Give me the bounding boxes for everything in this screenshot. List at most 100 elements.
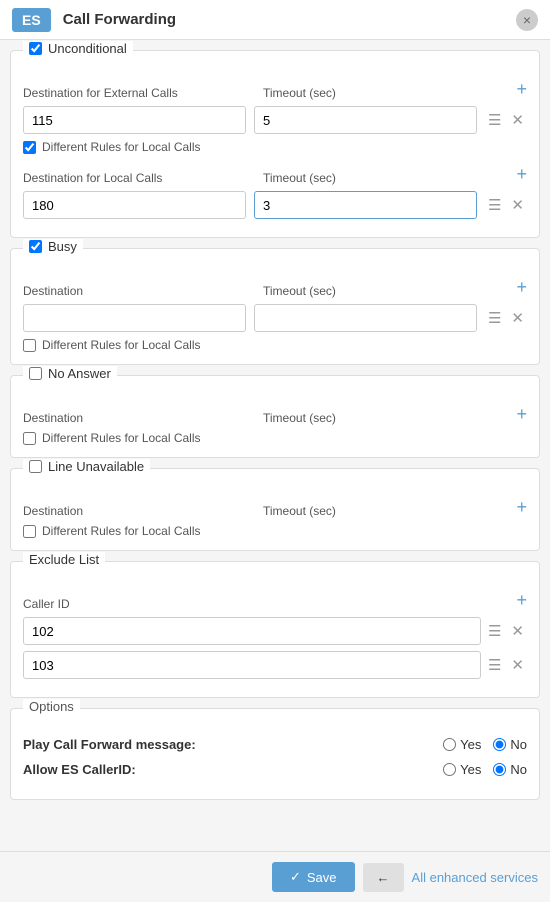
timeout-local-label: Timeout (sec)	[263, 171, 336, 185]
busy-label: Busy	[48, 239, 77, 254]
back-button[interactable]: ←	[363, 863, 404, 892]
allow-es-row: Allow ES CallerID: Yes No	[23, 762, 527, 777]
unconditional-checkbox[interactable]	[29, 42, 42, 55]
close-button[interactable]: ×	[516, 9, 538, 31]
unconditional-ext-input-row: ☰ ✕	[23, 106, 527, 134]
line-unavailable-legend: Line Unavailable	[23, 459, 150, 474]
add-external-button[interactable]: +	[516, 79, 527, 100]
exclude-list-body: Caller ID + ☰ ✕ ☰ ✕	[11, 574, 539, 697]
busy-local-rules-checkbox[interactable]	[23, 339, 36, 352]
delete-ext-button[interactable]: ✕	[508, 109, 527, 131]
unconditional-section: Unconditional Destination for External C…	[10, 50, 540, 238]
line-unavailable-local-rules-text: Different Rules for Local Calls	[42, 524, 201, 538]
play-cf-no-radio[interactable]	[493, 738, 506, 751]
add-no-answer-button[interactable]: +	[516, 404, 527, 425]
unconditional-local-actions: ☰ ✕	[485, 194, 527, 216]
exclude-entry-1: ☰ ✕	[23, 617, 527, 645]
allow-es-no-radio[interactable]	[493, 763, 506, 776]
main-content: Unconditional Destination for External C…	[0, 40, 550, 851]
line-unavailable-timeout-label: Timeout (sec)	[263, 504, 336, 518]
line-unavailable-label: Line Unavailable	[48, 459, 144, 474]
es-badge: ES	[12, 8, 51, 32]
reorder-busy-button[interactable]: ☰	[485, 307, 504, 329]
line-unavailable-local-rules-checkbox[interactable]	[23, 525, 36, 538]
allow-es-no-label[interactable]: No	[493, 762, 527, 777]
save-checkmark-icon: ✓	[290, 869, 301, 885]
all-services-button[interactable]: All enhanced services	[412, 870, 538, 885]
dest-local-input[interactable]	[23, 191, 246, 219]
delete-caller-id-2-button[interactable]: ✕	[508, 654, 527, 676]
line-unavailable-header: Destination Timeout (sec) +	[23, 497, 527, 518]
play-cf-no-label[interactable]: No	[493, 737, 527, 752]
delete-caller-id-1-button[interactable]: ✕	[508, 620, 527, 642]
line-unavailable-local-rules-label[interactable]: Different Rules for Local Calls	[23, 524, 527, 538]
save-button[interactable]: ✓ Save	[272, 862, 355, 892]
unconditional-ext-actions: ☰ ✕	[485, 109, 527, 131]
no-answer-dest-label: Destination	[23, 411, 83, 425]
timeout-external-input[interactable]	[254, 106, 477, 134]
busy-timeout-input[interactable]	[254, 304, 477, 332]
no-answer-local-rules-text: Different Rules for Local Calls	[42, 431, 201, 445]
caller-id-input-1[interactable]	[23, 617, 481, 645]
busy-dest-label: Destination	[23, 284, 83, 298]
reorder-local-button[interactable]: ☰	[485, 194, 504, 216]
busy-dest-input[interactable]	[23, 304, 246, 332]
no-answer-local-rules-checkbox[interactable]	[23, 432, 36, 445]
busy-checkbox[interactable]	[29, 240, 42, 253]
play-cf-no-text: No	[510, 737, 527, 752]
local-rules-label: Different Rules for Local Calls	[42, 140, 201, 154]
allow-es-radio-group: Yes No	[443, 762, 527, 777]
no-answer-checkbox[interactable]	[29, 367, 42, 380]
exclude-entry-2: ☰ ✕	[23, 651, 527, 679]
busy-body: Destination Timeout (sec) + ☰ ✕	[11, 261, 539, 364]
reorder-ext-button[interactable]: ☰	[485, 109, 504, 131]
play-cf-yes-radio[interactable]	[443, 738, 456, 751]
busy-local-rules-label[interactable]: Different Rules for Local Calls	[23, 338, 527, 352]
allow-es-yes-radio[interactable]	[443, 763, 456, 776]
options-body: Play Call Forward message: Yes No Allow	[11, 719, 539, 799]
timeout-external-label: Timeout (sec)	[263, 86, 336, 100]
footer: ✓ Save ← All enhanced services	[0, 851, 550, 902]
options-section: Options Play Call Forward message: Yes N…	[10, 708, 540, 800]
delete-busy-button[interactable]: ✕	[508, 307, 527, 329]
reorder-caller-id-1-button[interactable]: ☰	[485, 620, 504, 642]
add-local-button[interactable]: +	[516, 164, 527, 185]
line-unavailable-section: Line Unavailable Destination Timeout (se…	[10, 468, 540, 551]
unconditional-label: Unconditional	[48, 41, 127, 56]
add-line-unavailable-button[interactable]: +	[516, 497, 527, 518]
caller-id-input-2[interactable]	[23, 651, 481, 679]
line-unavailable-body: Destination Timeout (sec) + Different Ru…	[11, 481, 539, 550]
allow-es-yes-text: Yes	[460, 762, 481, 777]
no-answer-local-rules-label[interactable]: Different Rules for Local Calls	[23, 431, 527, 445]
exclude-list-section: Exclude List Caller ID + ☰ ✕	[10, 561, 540, 698]
window: ES Call Forwarding × Unconditional Desti…	[0, 0, 550, 902]
add-busy-button[interactable]: +	[516, 277, 527, 298]
busy-timeout-label: Timeout (sec)	[263, 284, 336, 298]
allow-es-yes-label[interactable]: Yes	[443, 762, 481, 777]
dest-external-label: Destination for External Calls	[23, 86, 178, 100]
timeout-local-input[interactable]	[254, 191, 477, 219]
exclude-list-legend: Exclude List	[23, 552, 105, 567]
no-answer-legend: No Answer	[23, 366, 117, 381]
busy-local-rules-text: Different Rules for Local Calls	[42, 338, 201, 352]
busy-header: Destination Timeout (sec) +	[23, 277, 527, 298]
local-rules-checkbox[interactable]	[23, 141, 36, 154]
exclude-list-label: Exclude List	[29, 552, 99, 567]
local-rules-checkbox-label[interactable]: Different Rules for Local Calls	[23, 140, 527, 154]
unconditional-local-input-row: ☰ ✕	[23, 191, 527, 219]
save-label: Save	[307, 870, 337, 885]
add-caller-id-button[interactable]: +	[516, 590, 527, 611]
dest-external-input[interactable]	[23, 106, 246, 134]
no-answer-timeout-label: Timeout (sec)	[263, 411, 336, 425]
delete-local-button[interactable]: ✕	[508, 194, 527, 216]
allow-es-label: Allow ES CallerID:	[23, 762, 443, 777]
busy-input-row: ☰ ✕	[23, 304, 527, 332]
exclude-list-header: Caller ID +	[23, 590, 527, 611]
reorder-caller-id-2-button[interactable]: ☰	[485, 654, 504, 676]
unconditional-legend: Unconditional	[23, 41, 133, 56]
line-unavailable-checkbox[interactable]	[29, 460, 42, 473]
caller-id-label: Caller ID	[23, 597, 70, 611]
line-unavailable-dest-label: Destination	[23, 504, 83, 518]
play-cf-yes-label[interactable]: Yes	[443, 737, 481, 752]
allow-es-no-text: No	[510, 762, 527, 777]
